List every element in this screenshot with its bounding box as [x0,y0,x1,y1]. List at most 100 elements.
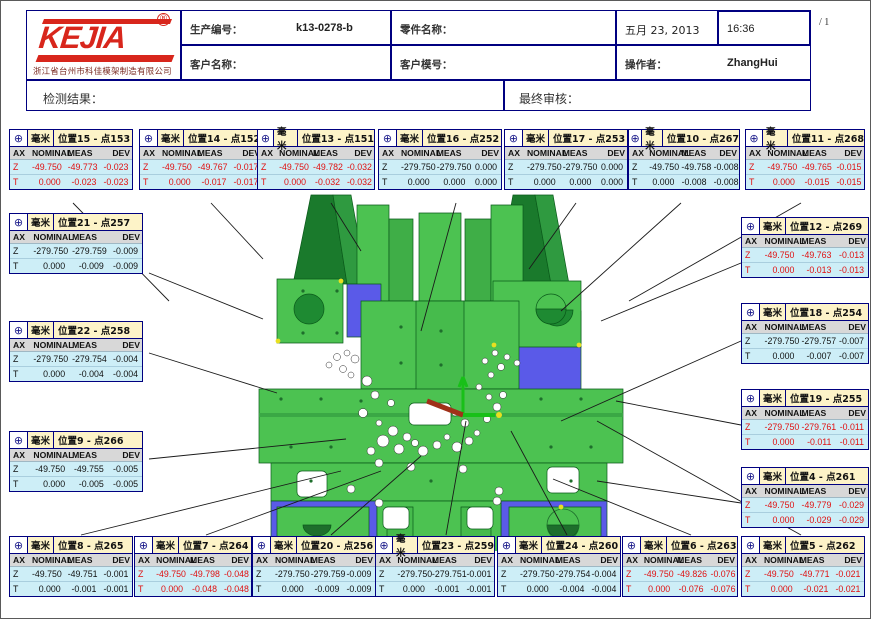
cell-dev: 0.000 [595,159,627,175]
table-row: Z -49.750 -49.758 -0.008 [629,159,739,175]
table-row: T 0.000 -0.001 -0.001 [376,581,494,596]
cell-meas: -0.001 [428,581,464,596]
table-row: T 0.000 -0.076 -0.076 [623,581,737,596]
measurement-box-b10[interactable]: ⊕毫米位置10 - 点267AXNOMINALMEASDEVZ-49.750-4… [628,127,740,190]
measurement-box-b4[interactable]: ⊕ 毫米 位置4 - 点261 AX NOMINAL MEAS DEV Z -49.750 -49… [741,467,869,528]
measurement-box-b13[interactable]: ⊕毫米位置13 - 点151AXNOMINALMEASDEVZ-49.750-4… [257,127,375,190]
measurement-box-b18[interactable]: ⊕ 毫米 位置18 - 点254 AX NOMINAL MEAS DEV Z -279.750-… [741,303,869,364]
column-header-meas: MEAS [428,554,464,567]
cell-nominal: -279.750 [30,243,70,259]
measurement-box-b9[interactable]: ⊕ 毫米 位置9 - 点266 AX NOMINAL MEAS DEV Z -49.750 -49… [9,431,143,492]
position-tolerance-icon: ⊕ [498,537,516,553]
table-row: Z -279.750 -279.750 0.000 [379,159,501,175]
cell-nominal: 0.000 [764,174,799,189]
measurement-table: AX NOMINAL MEAS DEV Z -49.750 -49.779 -0.029 T 0.… [742,485,868,527]
measurement-box-b7[interactable]: ⊕ 毫米 位置7 - 点264 AX NOMINAL MEAS DEV Z -49.750 -49… [134,536,252,597]
cell-dev: -0.009 [343,566,375,582]
column-header-dev: DEV [469,147,501,160]
part-name-label: 零件名称： [400,24,453,36]
column-header-meas: MEAS [307,554,344,567]
measurement-table: AX NOMINAL MEAS DEV Z -49.750 -49.826 -0.076 T 0.… [623,554,737,596]
cell-nominal: 0.000 [761,512,799,527]
position-tolerance-icon: ⊕ [629,130,643,146]
column-header-nominal: NOMINAL [153,554,196,567]
feature-label: 位置7 - 点264 [179,537,251,553]
measurement-box-b17[interactable]: ⊕ 毫米 位置17 - 点253 AX NOMINAL MEAS DEV Z -279.750-… [504,129,628,190]
measurement-table: AX NOMINAL MEAS DEV Z -279.750 -279.751 -0.001 T… [376,554,494,596]
measurement-box-b24[interactable]: ⊕ 毫米 位置24 - 点260 AX NOMINAL MEAS DEV Z -279.750-… [497,536,621,597]
operator-value[interactable]: ZhangHui [727,57,778,69]
feature-label: 位置13 - 点151 [297,130,374,146]
measurement-box-b21[interactable]: ⊕ 毫米 位置21 - 点257 AX NOMINAL MEAS DEV Z -279.750-… [9,213,143,274]
column-header-dev: DEV [835,485,868,498]
feature-label: 位置10 - 点267 [662,130,739,146]
cell-dev: -0.048 [220,581,251,596]
column-header-meas: MEAS [194,147,231,160]
cell-ax: Z [742,247,762,263]
column-header-dev: DEV [343,147,374,160]
column-header-nominal: NOMINAL [28,147,72,160]
unit-label: 毫米 [763,127,788,152]
measurement-box-b14[interactable]: ⊕ 毫米 位置14 - 点152 AX NOMINAL MEAS DEV Z -49.750 -4… [139,129,263,190]
column-header-ax: AX [742,554,761,567]
measurement-box-b11[interactable]: ⊕毫米位置11 - 点268AXNOMINALMEASDEVZ-49.750-4… [745,127,865,190]
table-header-row: AX NOMINAL MEAS DEV [379,147,501,160]
measurement-box-title-bar: ⊕ 毫米 位置14 - 点152 [140,130,262,147]
column-header-nominal: NOMINAL [271,554,315,567]
column-header-ax: AX [10,231,31,244]
measurement-box-b8[interactable]: ⊕ 毫米 位置8 - 点265 AX NOMINAL MEAS DEV Z -49.750 -49… [9,536,133,597]
feature-label: 位置22 - 点258 [54,322,142,338]
measurement-box-b19[interactable]: ⊕ 毫米 位置19 - 点255 AX NOMINAL MEAS DEV Z -279.750-… [741,389,869,450]
measurement-table: AX NOMINAL MEAS DEV Z -49.750 -49.773 -0.023 T 0.… [10,147,132,189]
measurement-box-b5[interactable]: ⊕ 毫米 位置5 - 点262 AX NOMINAL MEAS DEV Z -49.750 -49… [741,536,865,597]
cell-meas: -0.007 [798,348,836,363]
cell-nominal: 0.000 [153,581,188,596]
feature-label: 位置9 - 点266 [54,432,142,448]
cell-dev: -0.004 [588,566,620,582]
production-number-value[interactable]: k13-0278-b [296,22,353,34]
cell-meas: 0.000 [433,174,470,189]
column-header-ax: AX [135,554,154,567]
cell-meas: -0.008 [678,174,711,189]
measurement-box-title-bar: ⊕ 毫米 位置16 - 点252 [379,130,501,147]
feature-label: 位置16 - 点252 [423,130,501,146]
position-tolerance-icon: ⊕ [742,390,760,406]
measurement-box-b16[interactable]: ⊕ 毫米 位置16 - 点252 AX NOMINAL MEAS DEV Z -279.750-… [378,129,502,190]
cell-ax: T [498,581,517,596]
column-header-ax: AX [746,147,765,160]
column-header-meas: MEAS [678,147,711,160]
measurement-box-b15[interactable]: ⊕ 毫米 位置15 - 点153 AX NOMINAL MEAS DEV Z -49.750 -4… [9,129,133,190]
measurement-box-b6[interactable]: ⊕ 毫米 位置6 - 点263 AX NOMINAL MEAS DEV Z -49.750 -49… [622,536,738,597]
cell-ax: T [135,581,154,596]
measurement-box-b12[interactable]: ⊕ 毫米 位置12 - 点269 AX NOMINAL MEAS DEV Z -49.750 -4… [741,217,869,278]
cell-ax: T [258,174,277,189]
measurement-box-b20[interactable]: ⊕ 毫米 位置20 - 点256 AX NOMINAL MEAS DEV Z -279.750-… [252,536,376,597]
cell-dev: -0.007 [835,333,868,349]
position-tolerance-icon: ⊕ [742,218,760,234]
column-header-ax: AX [498,554,517,567]
cell-meas: -0.001 [64,581,101,596]
measurement-box-b22[interactable]: ⊕ 毫米 位置22 - 点258 AX NOMINAL MEAS DEV Z -279.750-… [9,321,143,382]
cad-model-viewport[interactable] [251,151,631,590]
cell-dev: -0.011 [835,419,868,435]
cell-nominal: 0.000 [30,366,70,381]
cell-ax: Z [10,243,31,259]
registered-trademark-icon: ® [157,13,170,26]
cell-nominal: 0.000 [28,174,65,189]
cell-ax: T [505,174,524,189]
cell-nominal: 0.000 [397,174,434,189]
column-header-dev: DEV [107,339,142,352]
column-header-dev: DEV [100,554,132,567]
table-row: Z -279.750 -279.759 -0.009 [253,566,375,582]
table-header-row: AX NOMINAL MEAS DEV [505,147,627,160]
column-header-dev: DEV [343,554,375,567]
feature-label: 位置18 - 点254 [786,304,868,320]
cell-nominal: -279.750 [271,566,310,582]
table-row: Z -279.750 -279.759 -0.009 [10,243,142,259]
measurement-box-title-bar: ⊕ 毫米 位置15 - 点153 [10,130,132,147]
cell-dev: -0.004 [107,366,142,381]
table-row: T 0.000 -0.009 -0.009 [253,581,375,596]
measurement-box-b23[interactable]: ⊕毫米位置23 - 点259AXNOMINALMEASDEVZ-279.750-… [375,534,495,597]
cell-nominal: -49.750 [30,461,70,477]
measurement-table: AX NOMINAL MEAS DEV Z -279.750 -279.761 -0.011 T… [742,407,868,449]
